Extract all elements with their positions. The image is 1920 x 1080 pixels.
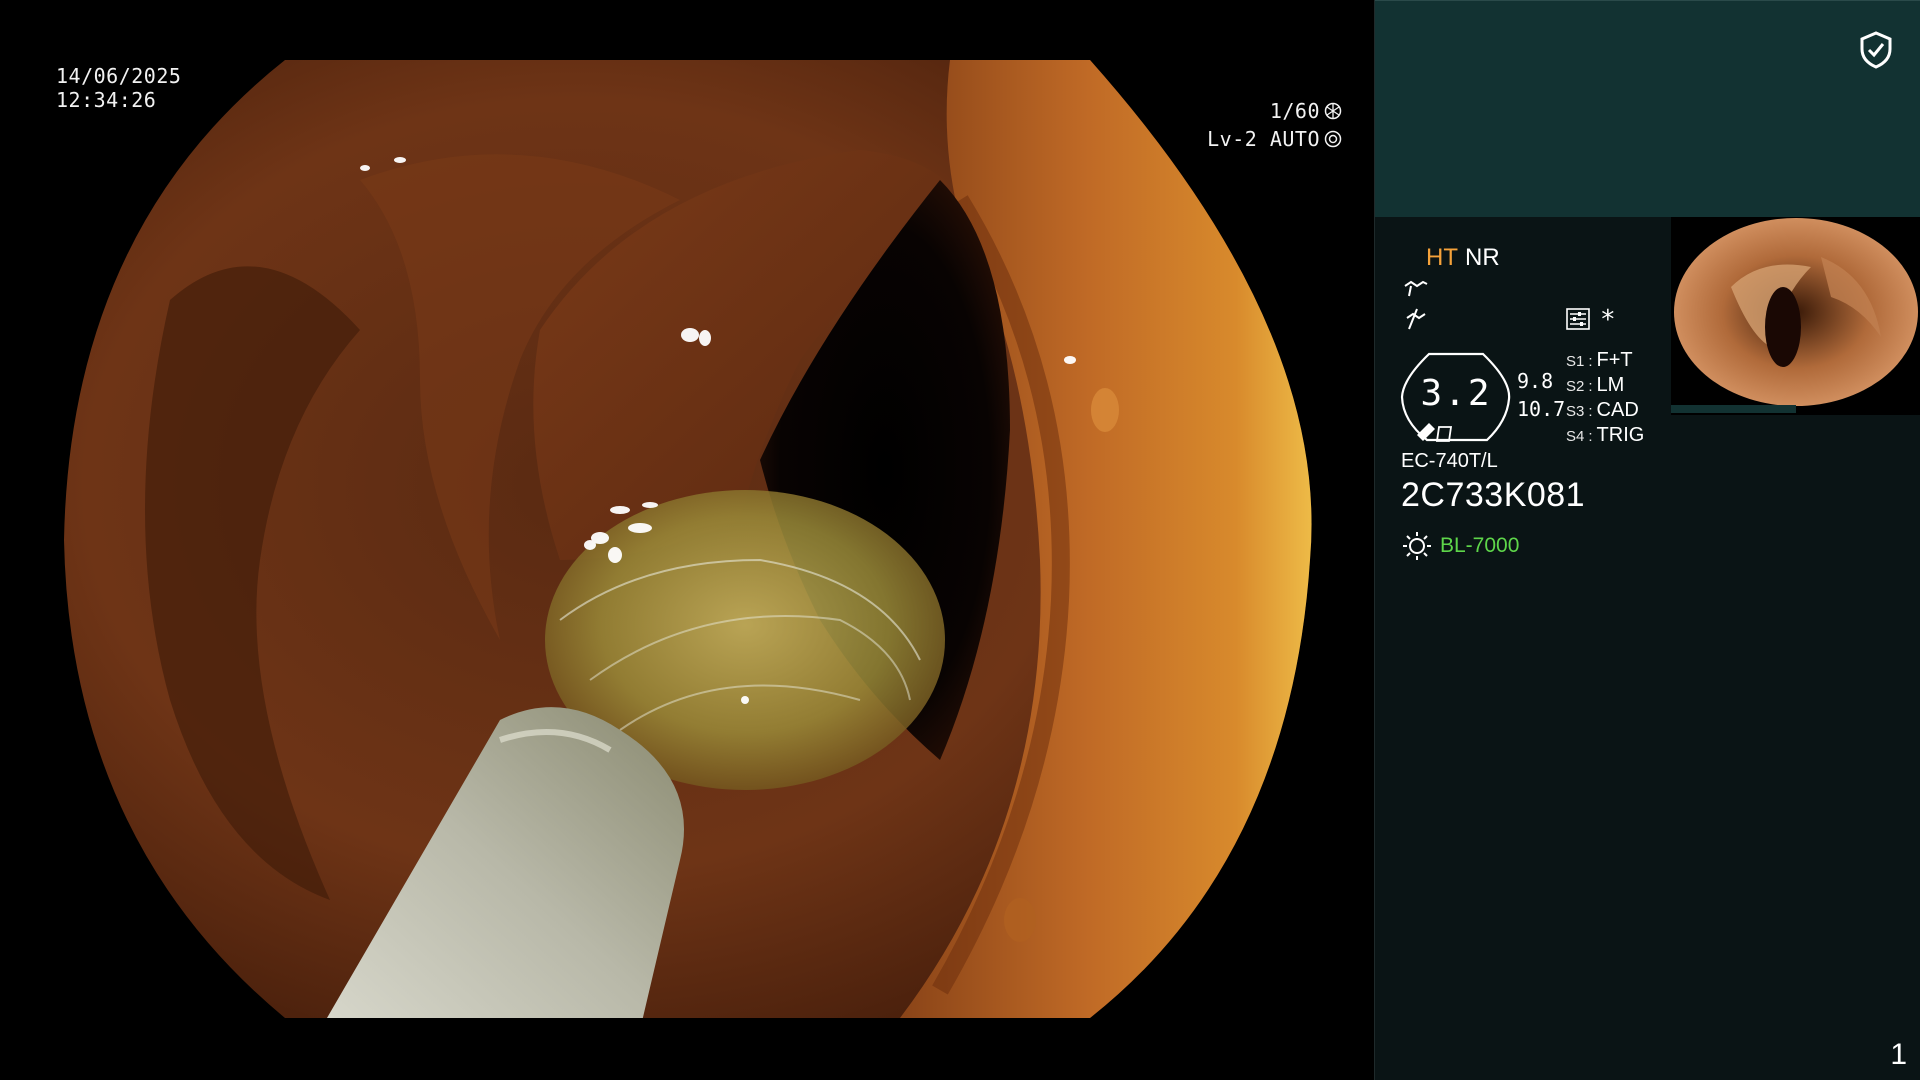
switch-s3: S3: CAD xyxy=(1566,399,1639,421)
nr-indicator: NR xyxy=(1465,244,1500,271)
switch-key: S3 xyxy=(1566,403,1585,420)
shutter-value: 1/60 xyxy=(1269,99,1320,123)
endoscopy-image xyxy=(64,60,1312,1018)
switch-s4: S4: TRIG xyxy=(1566,424,1645,446)
light-bulb-icon xyxy=(1403,532,1431,560)
switch-s1: S1: F+T xyxy=(1566,349,1633,371)
value-a: 9.8 xyxy=(1517,369,1554,393)
switch-key: S4 xyxy=(1566,428,1585,445)
switch-value: TRIG xyxy=(1596,424,1645,446)
iris-icon xyxy=(1324,130,1342,148)
settings-icon xyxy=(1566,308,1590,330)
scope-serial: 2C733K081 xyxy=(1401,476,1586,514)
switch-key: S2 xyxy=(1566,378,1585,395)
endoscope-view: 14/06/2025 12:34:26 1/60 Lv-2 AUTO xyxy=(0,0,1374,1080)
scope-model: EC-740T/L xyxy=(1401,450,1498,472)
f-slash-icon xyxy=(1406,308,1426,330)
mode-value: Lv-2 AUTO xyxy=(1207,127,1320,151)
shield-check-icon[interactable] xyxy=(1859,31,1893,69)
ht-indicator: HT xyxy=(1426,244,1458,271)
light-source-label: BL-7000 xyxy=(1440,534,1520,557)
gauge-value: 3.2 xyxy=(1420,373,1492,414)
time-text: 12:34:26 xyxy=(56,88,157,112)
thumbnail-image[interactable] xyxy=(1671,217,1920,415)
switch-key: S1 xyxy=(1566,353,1585,370)
shutter-readout: 1/60 xyxy=(1270,99,1342,123)
info-panel: HT NR * 3.2 9.8 10.7 S1: F+T S2: LM S3: CAD… xyxy=(1374,0,1920,1080)
switch-value: CAD xyxy=(1596,399,1639,421)
switch-value: F+T xyxy=(1596,349,1633,371)
value-b: 10.7 xyxy=(1517,397,1566,421)
asterisk-indicator: * xyxy=(1600,305,1616,335)
page-number: 1 xyxy=(1890,1038,1907,1071)
tilde-icon xyxy=(1404,280,1428,297)
date-text: 14/06/2025 xyxy=(56,64,182,88)
panel-header xyxy=(1375,0,1920,217)
switch-value: LM xyxy=(1596,374,1625,396)
switch-s2: S2: LM xyxy=(1566,374,1625,396)
mode-readout: Lv-2 AUTO xyxy=(1207,127,1342,151)
aperture-icon xyxy=(1324,102,1342,120)
